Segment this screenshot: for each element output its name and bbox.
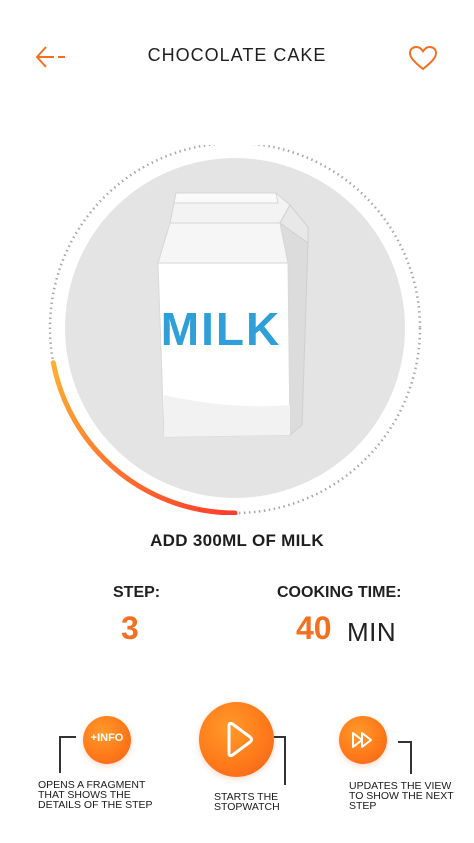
step-number: 3 bbox=[121, 610, 139, 646]
page-title: CHOCOLATE CAKE bbox=[147, 45, 327, 65]
next-step-annotation: UPDATES THE VIEW TO SHOW THE NEXT STEP bbox=[349, 780, 454, 812]
cooking-time-unit: MIN bbox=[347, 617, 397, 647]
step-instruction: ADD 300ML OF MILK bbox=[150, 531, 324, 550]
cooking-time-value: 40 bbox=[296, 610, 332, 646]
info-annotation-bracket bbox=[59, 736, 76, 773]
heart-icon[interactable] bbox=[408, 44, 438, 72]
step-label: STEP: bbox=[113, 584, 161, 601]
play-annotation-bracket bbox=[274, 736, 286, 785]
info-button-label: +INFO bbox=[90, 732, 124, 744]
fast-forward-icon bbox=[352, 732, 372, 748]
app-header: CHOCOLATE CAKE bbox=[0, 0, 474, 110]
info-button[interactable]: +INFO bbox=[83, 716, 131, 764]
play-annotation: STARTS THE STOPWATCH bbox=[214, 791, 280, 813]
play-icon bbox=[227, 721, 253, 758]
info-annotation: OPENS A FRAGMENT THAT SHOWS THE DETAILS … bbox=[38, 779, 153, 811]
cooking-time-label: COOKING TIME: bbox=[277, 584, 402, 601]
milk-carton-icon: MILK bbox=[157, 192, 309, 438]
step-illustration: MILK bbox=[48, 145, 422, 515]
next-step-button[interactable] bbox=[339, 716, 387, 764]
play-button[interactable] bbox=[199, 702, 274, 777]
milk-label: MILK bbox=[161, 303, 281, 355]
next-annotation-bracket bbox=[398, 741, 412, 774]
